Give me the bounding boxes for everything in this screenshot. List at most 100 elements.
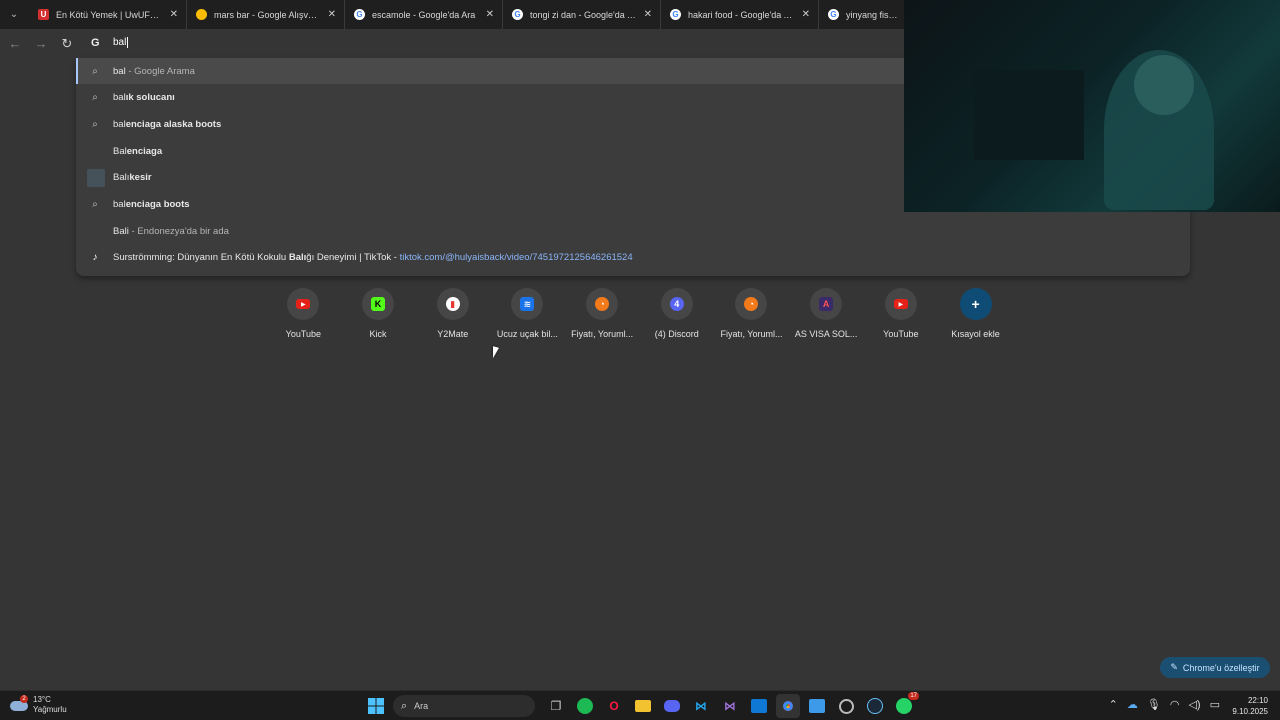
tab-favicon-icon [196, 9, 207, 20]
shortcut-tile[interactable]: ▮ Y2Mate [415, 288, 490, 348]
shortcut-circle: ▮ [436, 288, 469, 320]
vscode-icon: ⋈ [695, 699, 707, 713]
opera-icon: O [609, 699, 619, 713]
chrome-button[interactable] [776, 694, 800, 718]
customize-chrome-button[interactable]: ✎ Chrome'u özelleştir [1160, 657, 1270, 678]
add-shortcut-button[interactable]: + Kısayol ekle [938, 288, 1013, 348]
task-view-icon: ❐ [550, 699, 562, 713]
file-explorer-button[interactable] [631, 694, 655, 718]
steam-icon [867, 698, 883, 714]
shortcut-tile[interactable]: A AS VISA SOL... [789, 288, 864, 348]
shortcut-tile[interactable]: ◔ Fiyatı, Yoruml... [714, 288, 789, 348]
start-button[interactable] [364, 694, 388, 718]
search-icon: ⌕ [92, 65, 98, 77]
shortcut-tile[interactable]: ▶ YouTube [266, 288, 341, 348]
tab-favicon-icon: U [38, 9, 49, 20]
tab-close-icon[interactable]: ✕ [644, 9, 652, 20]
tab-close-icon[interactable]: ✕ [328, 9, 336, 20]
outlook-icon [751, 699, 767, 713]
suggestion-text: balenciaga boots [113, 199, 190, 210]
shortcut-label: Fiyatı, Yoruml... [571, 329, 634, 339]
wifi-icon[interactable]: ◠ [1170, 698, 1180, 711]
discord-button[interactable] [660, 694, 684, 718]
shortcut-label: YouTube [883, 329, 919, 339]
kick-icon: K [371, 297, 386, 311]
tab-close-icon[interactable]: ✕ [802, 9, 810, 20]
shortcut-circle: ≋ [511, 288, 544, 320]
plus-icon: + [971, 296, 980, 312]
browser-tab[interactable]: Gtongi zi dan - Google'da Ara ✕ [503, 0, 661, 29]
browser-tab[interactable]: U En Kötü Yemek | UwUFUFU ✕ [29, 0, 187, 29]
tray-overflow-icon[interactable]: ⌃ [1109, 698, 1118, 711]
microphone-icon[interactable]: 🎙︎ [1147, 698, 1161, 711]
browser-tab[interactable]: mars bar - Google Alışveriş ✕ [187, 0, 345, 29]
suggestion-text: Balıkesir [113, 172, 152, 184]
tab-title: hakari food - Google'da Ara [688, 9, 796, 20]
system-tray: ⌃ ☁ 🎙︎ ◠ ◁) ▭ [1100, 698, 1220, 711]
y2mate-icon: ▮ [445, 297, 460, 311]
volume-icon[interactable]: ◁) [1188, 698, 1200, 711]
suggestion-text: Bali - Endonezya'da bir ada [113, 225, 229, 237]
weather-temp: 13°C [33, 695, 51, 704]
omnibox-input[interactable]: bal [113, 37, 129, 48]
folder-icon [635, 700, 651, 712]
suggestion-item[interactable]: Bali - Endonezya'da bir ada [76, 218, 1190, 244]
search-icon: ⌕ [92, 199, 98, 210]
tab-close-icon[interactable]: ✕ [486, 9, 494, 20]
tab-favicon-icon: G [828, 9, 839, 20]
reload-button[interactable]: ↻ [55, 32, 79, 56]
windows-icon [368, 698, 384, 714]
customize-chrome-label: Chrome'u özelleştir [1182, 662, 1260, 673]
outlook-button[interactable] [747, 694, 771, 718]
visa-icon: A [819, 297, 834, 311]
shortcut-tile[interactable]: ≋ Ucuz uçak bil... [490, 288, 565, 348]
suggestion-item[interactable]: ♪ Surströmming: Dünyanın En Kötü Kokulu B… [76, 245, 1190, 271]
app-button[interactable] [834, 694, 858, 718]
weather-widget[interactable]: 2 13°C Yağmurlu [10, 695, 67, 715]
task-view-button[interactable]: ❐ [544, 694, 568, 718]
tab-title: yinyang fish - Goo [846, 9, 901, 20]
search-icon: ⌕ [92, 118, 98, 130]
chrome-icon [780, 698, 796, 714]
tab-title: escamole - Google'da Ara [372, 9, 476, 20]
shortcut-label: (4) Discord [654, 329, 699, 339]
whatsapp-badge: 17 [908, 692, 919, 700]
vscode-button[interactable]: ⋈ [689, 694, 713, 718]
tab-close-icon[interactable]: ✕ [170, 9, 178, 20]
steam-button[interactable] [863, 694, 887, 718]
shortcut-tile[interactable]: ◔ Fiyatı, Yoruml... [565, 288, 640, 348]
tab-title: mars bar - Google Alışveriş [214, 9, 322, 20]
forward-button[interactable]: → [29, 32, 53, 56]
app-icon [838, 698, 854, 714]
battery-icon[interactable]: ▭ [1210, 698, 1220, 711]
shortcut-tile[interactable]: 4 (4) Discord [639, 288, 714, 348]
shortcut-tile[interactable]: K Kick [341, 288, 416, 348]
taskbar-search[interactable]: ⌕ Ara [393, 695, 535, 717]
shortcut-label: Kick [369, 329, 387, 339]
tab-search-button[interactable]: ⌄ [3, 5, 25, 25]
opera-gx-button[interactable]: O [602, 694, 626, 718]
thumbnail-image [87, 168, 105, 187]
shortcut-circle: + [959, 288, 992, 320]
visual-studio-icon: ⋈ [724, 699, 736, 713]
suggestion-text: Balenciaga [113, 145, 163, 157]
clock[interactable]: 22:10 9.10.2025 [1232, 695, 1268, 717]
onedrive-icon[interactable]: ☁ [1127, 698, 1138, 711]
clock-date: 9.10.2025 [1232, 707, 1268, 716]
tab-title: En Kötü Yemek | UwUFUFU [56, 9, 164, 20]
shortcut-circle: ▶ [884, 288, 917, 320]
browser-tab[interactable]: Gescamole - Google'da Ara ✕ [345, 0, 503, 29]
visual-studio-button[interactable]: ⋈ [718, 694, 742, 718]
browser-tab[interactable]: Gyinyang fish - Goo [819, 0, 909, 29]
whatsapp-icon [896, 698, 912, 714]
mouse-cursor [493, 346, 499, 360]
suggestion-text: balık solucanı [113, 92, 175, 104]
back-button[interactable]: ← [3, 32, 27, 56]
shortcut-circle: ◔ [735, 288, 768, 320]
spotify-button[interactable] [573, 694, 597, 718]
shortcut-tile[interactable]: ▶ YouTube [864, 288, 939, 348]
whatsapp-button[interactable]: 17 [892, 692, 919, 718]
shortcut-label: AS VISA SOL... [794, 329, 858, 339]
browser-tab[interactable]: Ghakari food - Google'da Ara ✕ [661, 0, 819, 29]
photos-button[interactable] [805, 694, 829, 718]
